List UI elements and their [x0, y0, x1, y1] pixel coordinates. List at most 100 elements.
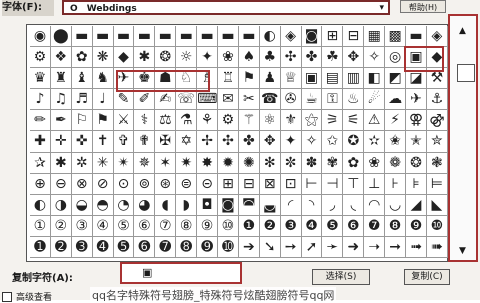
glyph-cell[interactable]: ▬ — [71, 26, 93, 48]
grid-scrollbar[interactable]: ▲ ▼ — [448, 14, 478, 262]
character-grid[interactable]: ◉ ⬤ ▬ ▬ ▬ ▬ ▬ ▬ ▬ ▬ ▬ ◐ ◈ ◙ ⊞ ⊟ ▦ ▩ ▬ ◈ ⚙ ❖ ✿ ❋ ◆ ✱ ❂ ☼ ✦ ❀ ♠ ♣ ✣ ✤ ☘ ✥ ✧ ◎ ▣ ◆… — [30, 26, 448, 259]
glyph-cell[interactable]: ✚ — [30, 131, 51, 153]
glyph-cell[interactable]: ➟ — [406, 236, 427, 259]
glyph-cell[interactable]: ✡ — [176, 131, 198, 153]
glyph-cell[interactable]: ☏ — [176, 89, 198, 111]
glyph-cell[interactable]: ➚ — [301, 236, 323, 259]
glyph-cell[interactable]: ✞ — [113, 131, 135, 153]
glyph-cell[interactable]: ⑨ — [197, 215, 219, 237]
glyph-cell[interactable]: ▣ — [301, 68, 323, 90]
glyph-cell[interactable]: ⚞ — [322, 110, 344, 132]
glyph-cell[interactable]: ♪ — [30, 89, 51, 111]
glyph-cell[interactable]: ⚛ — [259, 110, 281, 132]
font-dropdown[interactable]: O Webdings ▾ — [62, 0, 390, 15]
glyph-cell[interactable]: ◆ — [113, 47, 135, 69]
glyph-cell[interactable]: ☎ — [259, 89, 281, 111]
glyph-cell[interactable]: ◔ — [113, 194, 135, 216]
glyph-cell[interactable]: ⊢ — [301, 173, 323, 195]
chevron-down-icon[interactable]: ▾ — [379, 2, 384, 13]
glyph-cell[interactable]: ☗ — [155, 68, 177, 90]
glyph-cell[interactable]: ◖ — [155, 194, 177, 216]
glyph-cell[interactable]: ✻ — [259, 152, 281, 174]
glyph-cell[interactable]: ✳ — [92, 152, 114, 174]
glyph-cell[interactable]: ✜ — [71, 131, 93, 153]
glyph-cell[interactable]: ✧ — [301, 131, 323, 153]
glyph-cell[interactable]: ◠ — [364, 194, 386, 216]
glyph-cell[interactable]: ⚢ — [406, 110, 427, 132]
glyph-cell[interactable]: ➌ — [71, 236, 93, 259]
glyph-cell[interactable]: ⚟ — [343, 110, 365, 132]
glyph-cell[interactable]: ⊗ — [71, 173, 93, 195]
glyph-cell[interactable]: ➙ — [280, 236, 302, 259]
glyph-cell[interactable]: ✢ — [197, 131, 219, 153]
glyph-cell[interactable]: ➝ — [364, 236, 386, 259]
glyph-cell[interactable]: ✥ — [343, 47, 365, 69]
glyph-cell[interactable]: ◆ — [426, 47, 448, 69]
glyph-cell[interactable]: ♜ — [50, 68, 72, 90]
glyph-cell[interactable]: ◗ — [176, 194, 198, 216]
glyph-cell[interactable]: ◣ — [426, 194, 448, 216]
glyph-cell[interactable]: ✱ — [134, 47, 156, 69]
glyph-cell[interactable]: ✸ — [197, 152, 219, 174]
glyph-cell[interactable]: ⚣ — [426, 110, 448, 132]
glyph-cell[interactable]: ✣ — [280, 47, 302, 69]
glyph-cell[interactable]: ◐ — [259, 26, 281, 48]
glyph-cell[interactable]: ⑦ — [155, 215, 177, 237]
glyph-cell[interactable]: ◜ — [280, 194, 302, 216]
glyph-cell[interactable]: ❽ — [385, 215, 407, 237]
glyph-cell[interactable]: ✝ — [92, 131, 114, 153]
glyph-cell[interactable]: ✂ — [238, 89, 260, 111]
glyph-cell[interactable]: ✫ — [364, 131, 386, 153]
glyph-cell[interactable]: ✇ — [280, 89, 302, 111]
glyph-cell[interactable]: ④ — [92, 215, 114, 237]
glyph-cell[interactable]: ♨ — [343, 89, 365, 111]
glyph-cell[interactable]: ⚿ — [322, 89, 344, 111]
glyph-cell[interactable]: ▬ — [197, 26, 219, 48]
glyph-cell[interactable]: ⚘ — [197, 110, 219, 132]
glyph-cell[interactable]: ▬ — [92, 26, 114, 48]
glyph-cell[interactable]: ✪ — [343, 131, 365, 153]
scroll-down-icon[interactable]: ▼ — [459, 246, 466, 256]
glyph-cell[interactable]: ✭ — [406, 131, 427, 153]
glyph-cell[interactable]: ✤ — [238, 131, 260, 153]
glyph-cell[interactable]: ◘ — [197, 194, 219, 216]
glyph-cell[interactable]: ✉ — [218, 89, 239, 111]
glyph-cell[interactable]: ➜ — [343, 236, 365, 259]
glyph-cell[interactable]: ✱ — [50, 152, 72, 174]
glyph-cell[interactable]: ◪ — [406, 68, 427, 90]
glyph-cell[interactable]: ✒ — [50, 110, 72, 132]
glyph-cell[interactable]: ▬ — [113, 26, 135, 48]
glyph-cell[interactable]: ⌨ — [197, 89, 219, 111]
glyph-cell[interactable]: ✵ — [134, 152, 156, 174]
glyph-cell[interactable]: ✷ — [176, 152, 198, 174]
glyph-cell[interactable]: ⊥ — [364, 173, 386, 195]
glyph-cell[interactable]: ➔ — [238, 236, 260, 259]
glyph-cell[interactable]: ◚ — [238, 194, 260, 216]
glyph-cell[interactable]: ✥ — [259, 131, 281, 153]
glyph-cell[interactable]: ♘ — [176, 68, 198, 90]
glyph-cell[interactable]: ⊧ — [406, 173, 427, 195]
glyph-cell[interactable]: ✐ — [134, 89, 156, 111]
glyph-cell[interactable]: ✴ — [113, 152, 135, 174]
glyph-cell[interactable]: ➊ — [30, 236, 51, 259]
glyph-cell[interactable]: ➐ — [155, 236, 177, 259]
glyph-cell[interactable]: ♚ — [134, 68, 156, 90]
glyph-cell[interactable]: ▬ — [406, 26, 427, 48]
glyph-cell[interactable]: ☕ — [301, 89, 323, 111]
glyph-cell[interactable]: ⚝ — [301, 110, 323, 132]
glyph-cell[interactable]: ➑ — [176, 236, 198, 259]
glyph-cell[interactable]: ① — [30, 215, 51, 237]
glyph-cell[interactable]: ❀ — [364, 152, 386, 174]
glyph-cell[interactable]: ✼ — [280, 152, 302, 174]
copy-chars-input[interactable]: ▣ — [120, 262, 242, 284]
glyph-cell[interactable]: ❋ — [92, 47, 114, 69]
glyph-cell[interactable]: ✺ — [238, 152, 260, 174]
glyph-cell[interactable]: ❸ — [280, 215, 302, 237]
glyph-cell[interactable]: ⑧ — [176, 215, 198, 237]
glyph-cell[interactable]: ✬ — [385, 131, 407, 153]
glyph-cell[interactable]: ▩ — [385, 26, 407, 48]
scroll-thumb[interactable] — [457, 64, 475, 82]
glyph-cell[interactable]: ⚕ — [134, 110, 156, 132]
glyph-cell[interactable]: ✲ — [71, 152, 93, 174]
glyph-cell[interactable]: ✧ — [364, 47, 386, 69]
